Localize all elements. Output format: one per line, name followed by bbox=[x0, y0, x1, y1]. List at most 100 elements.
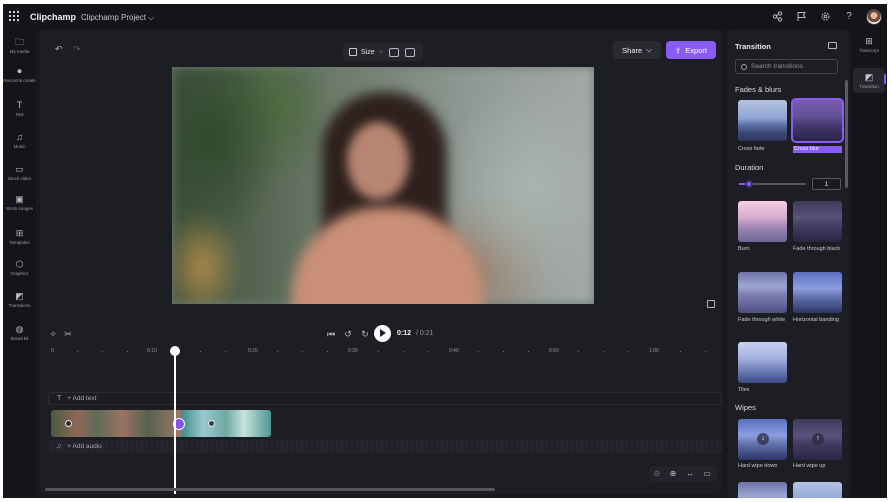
ruler-tick: 0 bbox=[51, 348, 54, 354]
video-clip[interactable] bbox=[181, 410, 271, 437]
zoom-in-icon[interactable]: ⊕ bbox=[668, 469, 678, 479]
ruler-dot bbox=[503, 351, 504, 352]
collapse-panel-icon[interactable] bbox=[828, 42, 837, 49]
size-toolbar: Size ⌵ bbox=[343, 43, 423, 61]
add-audio-button[interactable]: + Add audio bbox=[67, 443, 102, 450]
timeline-ruler[interactable]: 0 0:10 0:20 0:30 0:40 0:50 1:00 bbox=[40, 348, 722, 360]
transition-thumb-cross-fade[interactable] bbox=[738, 100, 787, 141]
transition-label: Cross fade bbox=[738, 146, 765, 152]
rail-label: Text bbox=[15, 112, 24, 117]
redo-icon[interactable]: ↷ bbox=[73, 44, 85, 56]
fullscreen-icon[interactable] bbox=[707, 300, 715, 308]
transition-thumb-more[interactable] bbox=[738, 482, 787, 498]
brand-kit-icon: ◍ bbox=[15, 324, 24, 334]
project-title-dropdown[interactable]: Clipchamp Project ⌵ bbox=[81, 13, 154, 23]
settings-icon[interactable] bbox=[819, 11, 831, 23]
chevron-down-icon: ⌵ bbox=[378, 48, 384, 55]
total-time: / 0:21 bbox=[416, 330, 434, 337]
skip-back-icon[interactable]: ⏮ bbox=[325, 328, 337, 340]
transition-thumb-hard-wipe-up[interactable]: ↑ bbox=[793, 419, 842, 460]
ruler-tick: 1:00 bbox=[649, 348, 659, 354]
share-button[interactable]: Share ⌵ bbox=[613, 41, 661, 59]
fit-icon[interactable] bbox=[389, 47, 400, 57]
magic-wand-icon[interactable]: ✧ bbox=[47, 328, 59, 340]
video-preview[interactable] bbox=[172, 67, 594, 304]
playhead[interactable] bbox=[170, 346, 180, 494]
ruler-dot bbox=[225, 351, 226, 352]
camera-icon: ⏺ bbox=[17, 66, 22, 76]
background-icon[interactable] bbox=[405, 47, 416, 57]
arrow-down-icon: ↓ bbox=[757, 433, 769, 445]
duration-slider-handle[interactable] bbox=[745, 180, 753, 188]
ruler-dot bbox=[302, 351, 303, 352]
rewind-icon[interactable]: ↺ bbox=[342, 328, 354, 340]
editor-area: ↶ ↷ Size ⌵ Share ⌵ ⇪ Export ✧ ✂ ⏮ ↺ ↻ 0:12… bbox=[40, 30, 722, 494]
rail-item-stock-images[interactable]: ▣ Stock images bbox=[3, 194, 36, 212]
search-input[interactable] bbox=[751, 63, 836, 70]
graphics-icon: ⬡ bbox=[15, 259, 24, 269]
right-rail: ⊞ Transcript ◩ Transition bbox=[851, 30, 887, 498]
folder-icon: 🗀 bbox=[14, 37, 24, 47]
audio-track[interactable]: ♫ + Add audio bbox=[48, 440, 722, 453]
add-text-button[interactable]: + Add text bbox=[67, 395, 96, 402]
transition-label: Hard wipe up bbox=[793, 463, 826, 469]
ruler-tick: 0:50 bbox=[549, 348, 559, 354]
app-launcher-icon[interactable] bbox=[9, 11, 19, 21]
rail-item-templates[interactable]: ⊞ Templates bbox=[3, 229, 36, 246]
transcript-icon: ⊞ bbox=[865, 36, 873, 46]
rail-item-my-media[interactable]: 🗀 My media bbox=[3, 37, 36, 55]
transition-thumb-more[interactable] bbox=[793, 482, 842, 498]
ruler-dot bbox=[403, 351, 404, 352]
rail-item-transcript[interactable]: ⊞ Transcript bbox=[853, 36, 885, 53]
size-button[interactable]: Size bbox=[361, 49, 375, 56]
music-icon: ♫ bbox=[16, 132, 23, 142]
left-rail: 🗀 My media ⏺ Record & create T Text ♫ Music … bbox=[3, 30, 36, 498]
panel-title: Transition bbox=[735, 42, 771, 51]
video-track[interactable] bbox=[51, 410, 271, 437]
undo-icon[interactable]: ↶ bbox=[55, 44, 67, 56]
forward-icon[interactable]: ↻ bbox=[359, 328, 371, 340]
transition-thumb-fade-through-white[interactable] bbox=[738, 272, 787, 313]
export-button[interactable]: ⇪ Export bbox=[666, 41, 716, 59]
rail-item-text[interactable]: T Text bbox=[3, 101, 36, 118]
transition-thumb-tiles[interactable] bbox=[738, 342, 787, 383]
text-track[interactable]: T + Add text bbox=[48, 392, 722, 405]
caption-icon[interactable]: ▭ bbox=[702, 469, 712, 479]
rail-item-transition[interactable]: ◩ Transition bbox=[853, 68, 885, 93]
rail-item-record-create[interactable]: ⏺ Record & create bbox=[3, 66, 36, 84]
zoom-out-icon[interactable]: ⊖ bbox=[652, 469, 662, 479]
rail-item-brand-kit[interactable]: ◍ Brand kit bbox=[3, 324, 36, 342]
ruler-tick: 0:10 bbox=[147, 348, 157, 354]
rail-label: My media bbox=[9, 49, 30, 54]
fit-timeline-icon[interactable]: ↔ bbox=[685, 469, 695, 479]
upload-icon: ⇪ bbox=[675, 45, 682, 55]
ruler-dot bbox=[200, 351, 201, 352]
timeline-toolbar: ✧ ✂ ⏮ ↺ ↻ 0:12 / 0:21 bbox=[40, 324, 722, 344]
flag-icon[interactable] bbox=[795, 11, 807, 23]
transition-thumb-cross-blur[interactable] bbox=[791, 98, 844, 143]
rail-label: Record & create bbox=[3, 78, 36, 83]
resize-icon bbox=[349, 48, 357, 56]
transition-thumb-burn[interactable] bbox=[738, 201, 787, 242]
play-button[interactable] bbox=[374, 325, 391, 342]
rail-item-music[interactable]: ♫ Music bbox=[3, 132, 36, 150]
share-network-icon[interactable] bbox=[771, 11, 783, 23]
music-icon: ♫ bbox=[56, 443, 62, 450]
transition-thumb-horizontal-banding[interactable] bbox=[793, 272, 842, 313]
rail-item-graphics[interactable]: ⬡ Graphics bbox=[3, 259, 36, 277]
rail-item-transitions[interactable]: ◩ Transitions bbox=[3, 292, 36, 309]
transition-thumb-hard-wipe-down[interactable]: ↓ bbox=[738, 419, 787, 460]
panel-scrollbar[interactable] bbox=[845, 80, 848, 188]
duration-input[interactable] bbox=[812, 178, 841, 190]
search-field[interactable] bbox=[735, 59, 838, 74]
help-icon[interactable]: ? bbox=[843, 11, 855, 23]
rail-item-stock-video[interactable]: ▭ Stock video bbox=[3, 165, 36, 182]
ruler-dot bbox=[378, 351, 379, 352]
clip-marker-icon bbox=[208, 420, 215, 427]
stock-images-icon: ▣ bbox=[15, 194, 24, 204]
timeline-scrollbar[interactable] bbox=[45, 488, 495, 491]
ruler-dot bbox=[705, 351, 706, 352]
avatar[interactable] bbox=[866, 9, 882, 25]
transition-thumb-fade-through-black[interactable] bbox=[793, 201, 842, 242]
scissors-icon[interactable]: ✂ bbox=[62, 328, 74, 340]
